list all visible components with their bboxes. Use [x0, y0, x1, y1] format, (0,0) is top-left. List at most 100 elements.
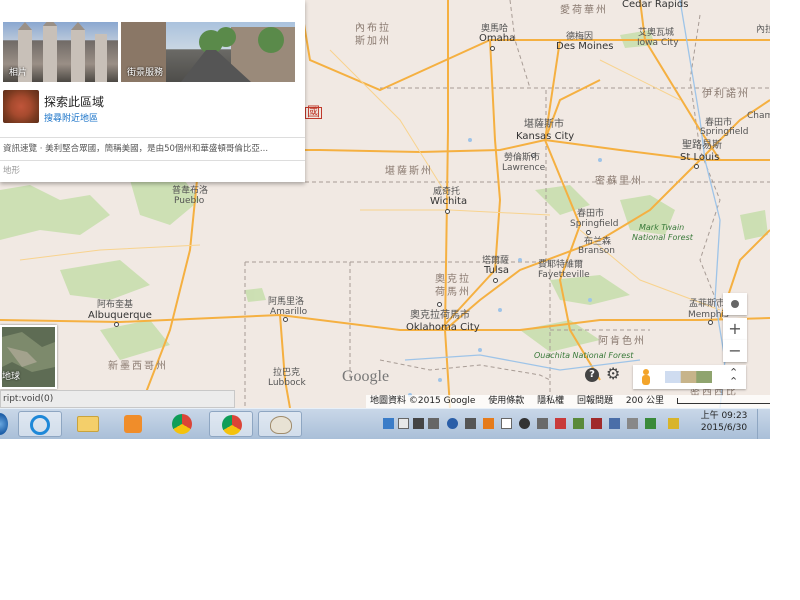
google-logo: Google [342, 368, 390, 385]
expand-chevron-icon[interactable]: ⌃ ⌃ [729, 367, 738, 387]
label-illinois-state: 伊利諾州 [702, 89, 750, 100]
label-okc-zh: 奧克拉荷馬市 [410, 310, 470, 321]
taskbar-media-button[interactable] [112, 411, 156, 437]
clock-time: 上午 09:23 [700, 411, 748, 421]
taskbar-ie-button[interactable] [18, 411, 62, 437]
attribution-bar: 地圖資料 ©2015 Google 使用條款 隱私權 回報問題 200 公里 [366, 395, 770, 408]
city-dot-omaha [490, 46, 495, 51]
clock[interactable]: 上午 09:23 2015/6/30 [694, 410, 754, 434]
label-iowa-state: 愛荷華州 [560, 5, 608, 16]
city-dot-springfield-mo [586, 230, 591, 235]
city-dot-memphis [708, 320, 713, 325]
label-lawrence: Lawrence [502, 163, 546, 173]
tray-icon-7[interactable] [483, 418, 494, 429]
right-edge-strip [770, 0, 800, 408]
scale-bar [676, 397, 770, 404]
label-amarillo: Amarillo [270, 307, 308, 317]
tray-icon-2[interactable] [398, 418, 409, 429]
explore-thumbnail[interactable] [3, 90, 39, 123]
pegman-icon[interactable] [641, 369, 651, 385]
explore-nearby-link[interactable]: 搜尋附近地區 [44, 111, 98, 124]
tray-icon-1[interactable] [383, 418, 394, 429]
settings-gear-icon[interactable]: ⚙ [606, 366, 620, 382]
browser-status-bar: ript:void(0) [0, 390, 235, 408]
tray-icon-3[interactable] [413, 418, 424, 429]
label-omaha: Omaha [479, 33, 516, 44]
tray-icon-14[interactable] [609, 418, 620, 429]
quick-info-bar[interactable]: 資訊速覽 · 美利堅合眾國，簡稱美國，是由50個州和華盛頓哥倫比亞... [0, 137, 305, 159]
taskbar-chrome-button-2[interactable] [209, 411, 253, 437]
label-lawrence-zh: 勞倫斯市 [504, 153, 541, 163]
tray-icon-6[interactable] [465, 418, 476, 429]
label-champ: Cham [747, 111, 770, 121]
taskbar-explorer-button[interactable] [66, 411, 110, 437]
map-canvas[interactable]: Cedar Rapids 愛荷華州 內布拉 斯加州 奧馬哈 Omaha 德梅因 … [0, 0, 770, 408]
my-location-button[interactable] [723, 293, 747, 315]
label-fayetteville: Fayetteville [538, 270, 590, 280]
label-lubbock-zh: 拉巴克 [273, 368, 301, 378]
start-button-partial[interactable] [0, 413, 8, 435]
label-arkansas-state: 阿肯色州 [598, 336, 646, 347]
label-country-partial: 國 [305, 105, 323, 120]
map-data-copyright: 地圖資料 ©2015 Google [370, 396, 476, 406]
flag-icon[interactable] [501, 418, 512, 429]
label-memphis-zh: 孟菲斯市 [689, 299, 726, 309]
privacy-link[interactable]: 隱私權 [537, 396, 564, 406]
network-icon[interactable] [645, 418, 656, 429]
help-tray-icon[interactable] [447, 418, 458, 429]
city-dot-okc [437, 302, 442, 307]
clock-date: 2015/6/30 [700, 423, 748, 433]
label-albuquerque-zh: 阿布奎基 [97, 300, 134, 310]
taskbar-chrome-button-1[interactable] [160, 411, 204, 437]
label-kansas-state: 堪薩斯州 [385, 166, 433, 177]
city-dot-tulsa [493, 278, 498, 283]
internet-explorer-icon [30, 415, 50, 435]
paint-palette-icon [270, 416, 292, 434]
help-icon[interactable]: ? [585, 368, 599, 382]
label-oklahoma-state-2: 荷馬州 [435, 287, 471, 298]
chrome-icon [172, 414, 192, 434]
show-desktop-button[interactable] [757, 409, 771, 439]
city-dot-albuquerque [114, 322, 119, 327]
label-pueblo: Pueblo [174, 196, 205, 206]
city-dot-stlouis [694, 164, 699, 169]
label-marktwain-1: Mark Twain [639, 223, 685, 232]
label-neila: 內拉 [756, 25, 770, 35]
tray-icon-13[interactable] [591, 418, 602, 429]
earth-view-toggle[interactable]: 地球 [0, 325, 57, 389]
tray-icon-11[interactable] [555, 418, 566, 429]
label-kansascity: Kansas City [516, 131, 575, 142]
label-newmexico-state: 新墨西哥州 [108, 361, 168, 372]
tray-icon-9[interactable] [519, 418, 530, 429]
tray-icon-4[interactable] [428, 418, 439, 429]
label-nebraska-1: 內布拉 [355, 23, 391, 34]
explore-title[interactable]: 探索此區域 [44, 93, 104, 110]
label-iowacity: Iowa City [637, 38, 679, 48]
label-marktwain-2: National Forest [632, 233, 693, 242]
label-lubbock: Lubbock [268, 378, 306, 388]
taskbar-paint-button[interactable] [258, 411, 302, 437]
terrain-toggle[interactable]: 地形 [0, 160, 305, 182]
zoom-in-button[interactable]: + [723, 318, 747, 340]
label-fayetteville-zh: 費耶特維爾 [538, 260, 584, 270]
label-stlouis: St Louis [680, 152, 720, 163]
imagery-thumbnails[interactable] [665, 371, 712, 383]
label-amarillo-zh: 阿馬里洛 [268, 297, 305, 307]
tray-icon-12[interactable] [573, 418, 584, 429]
tray-icon-10[interactable] [537, 418, 548, 429]
label-nebraska-2: 斯加州 [355, 36, 391, 47]
label-missouri-state: 密蘇里州 [595, 176, 643, 187]
security-shield-icon[interactable] [668, 418, 679, 429]
zoom-out-button[interactable]: − [723, 340, 747, 362]
volume-icon[interactable] [627, 418, 638, 429]
photos-thumbnail[interactable]: 相片 [3, 22, 118, 82]
streetview-label: 街景服務 [127, 68, 164, 78]
streetview-thumbnail[interactable]: 街景服務 [121, 22, 295, 82]
terms-link[interactable]: 使用條款 [488, 396, 524, 406]
info-panel: 相片 街景服務 探索此區域 搜尋附近地區 資訊速覽 · 美利堅合眾國，簡稱美國，… [0, 0, 305, 182]
label-albuquerque: Albuquerque [88, 310, 152, 321]
label-springfield-il: Springfield [700, 127, 749, 137]
report-problem-link[interactable]: 回報問題 [577, 396, 613, 406]
label-cedar-rapids: Cedar Rapids [622, 0, 689, 10]
label-kansascity-zh: 堪薩斯市 [524, 119, 564, 130]
